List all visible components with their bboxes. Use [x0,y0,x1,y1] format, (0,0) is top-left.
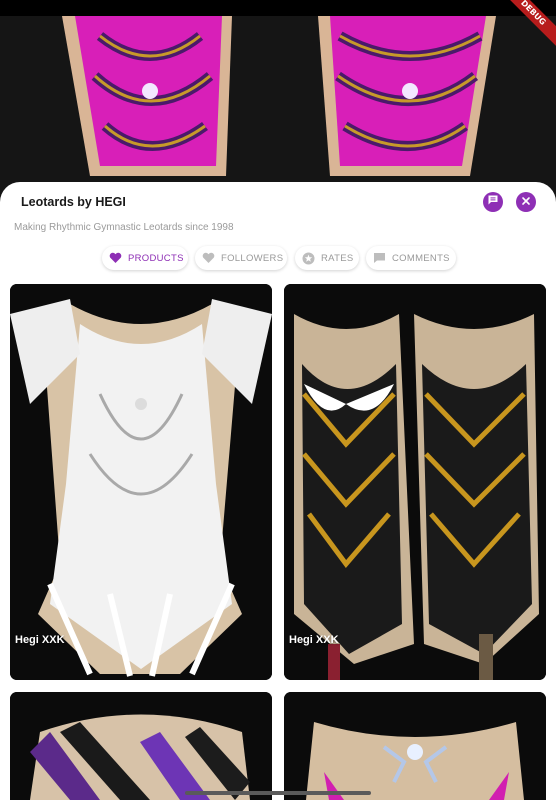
tab-label: COMMENTS [392,252,450,264]
sheet-header: Leotards by HEGI [0,182,556,222]
shop-title: Leotards by HEGI [21,195,126,209]
hero-image [0,16,556,206]
comment-icon [373,251,386,265]
tab-comments[interactable]: COMMENTS [366,246,456,270]
product-image [284,284,546,680]
heart-icon [202,251,215,265]
product-image [10,692,272,800]
product-name: Hegi XXK [289,634,339,646]
chat-button[interactable] [483,192,503,212]
close-button[interactable] [516,192,536,212]
status-bar [0,0,556,16]
star-icon [302,251,315,265]
chat-bubble-icon [487,193,499,211]
product-image [10,284,272,680]
tab-label: FOLLOWERS [221,252,284,264]
tab-label: RATES [321,252,354,264]
tab-rates[interactable]: RATES [295,246,359,270]
close-icon [521,193,531,211]
heart-icon [109,251,122,265]
product-name: Hegi XXK [15,634,65,646]
tab-label: PRODUCTS [128,252,184,264]
product-card[interactable]: Hegi XXK [10,284,272,680]
product-card[interactable] [284,692,546,800]
shop-subtitle: Making Rhythmic Gymnastic Leotards since… [14,222,234,233]
home-indicator[interactable] [185,791,371,795]
tab-bar: PRODUCTS FOLLOWERS RATES COMMENTS [0,246,556,272]
product-image [284,692,546,800]
tab-followers[interactable]: FOLLOWERS [195,246,287,270]
product-card[interactable]: Hegi XXK [284,284,546,680]
tab-products[interactable]: PRODUCTS [102,246,188,270]
product-card[interactable] [10,692,272,800]
